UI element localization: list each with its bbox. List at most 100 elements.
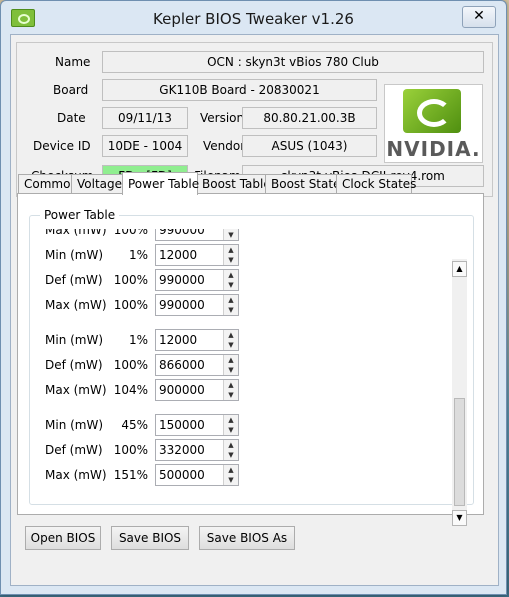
window-title: Kepler BIOS Tweaker v1.26	[153, 10, 354, 28]
tab-voltages[interactable]: Voltages	[71, 174, 128, 193]
power-value-stepper[interactable]: 332000 ▲ ▼	[155, 439, 239, 461]
spin-down-icon[interactable]: ▼	[224, 425, 238, 435]
stepper-value: 12000	[159, 333, 198, 347]
vendor-label: Vendor	[203, 139, 246, 153]
row-label: Max (mW)	[45, 229, 107, 237]
stepper-value: 866000	[159, 358, 205, 372]
power-row: Def (mW) 100% 990000 ▲ ▼	[30, 269, 290, 291]
date-field[interactable]: 09/11/13	[102, 107, 188, 129]
row-label: Max (mW)	[45, 468, 107, 482]
spin-down-icon[interactable]: ▼	[224, 340, 238, 350]
power-table-rows: Max (mW) 100% 990000 ▲ ▼ Min (mW) 1% 12000…	[30, 229, 450, 501]
title-bar[interactable]: Kepler BIOS Tweaker v1.26 ✕	[1, 1, 506, 34]
power-row: Max (mW) 100% 990000 ▲ ▼	[30, 229, 290, 241]
close-button[interactable]: ✕	[462, 6, 496, 28]
scrollbar-thumb[interactable]	[454, 398, 465, 506]
vendor-field[interactable]: ASUS (1043)	[242, 135, 377, 157]
tab-common[interactable]: Common	[18, 174, 78, 193]
main-window: Kepler BIOS Tweaker v1.26 ✕ Name OCN : s…	[0, 0, 507, 595]
power-value-stepper[interactable]: 990000 ▲ ▼	[155, 229, 239, 241]
save-bios-button[interactable]: Save BIOS	[111, 526, 189, 550]
power-table-pane: Power Table Max (mW) 100% 990000 ▲ ▼ Min…	[17, 193, 484, 527]
nvidia-logo: NVIDIA.	[384, 84, 483, 163]
board-label: Board	[53, 83, 89, 97]
row-percent: 100%	[113, 273, 148, 287]
stepper-buttons: ▲ ▼	[223, 229, 238, 240]
stepper-value: 12000	[159, 248, 198, 262]
power-value-stepper[interactable]: 500000 ▲ ▼	[155, 464, 239, 486]
row-percent: 100%	[113, 229, 148, 237]
row-label: Def (mW)	[45, 273, 103, 287]
tab-boost-table[interactable]: Boost Table	[196, 174, 271, 193]
scroll-up-icon[interactable]: ▲	[452, 261, 467, 277]
power-row: Min (mW) 1% 12000 ▲ ▼	[30, 244, 290, 266]
power-row: Max (mW) 100% 990000 ▲ ▼	[30, 294, 290, 316]
power-value-stepper[interactable]: 866000 ▲ ▼	[155, 354, 239, 376]
power-row: Min (mW) 45% 150000 ▲ ▼	[30, 414, 290, 436]
power-table-group-title: Power Table	[40, 208, 120, 222]
row-label: Def (mW)	[45, 358, 103, 372]
open-bios-button[interactable]: Open BIOS	[25, 526, 101, 550]
power-value-stepper[interactable]: 990000 ▲ ▼	[155, 269, 239, 291]
save-bios-as-button[interactable]: Save BIOS As	[199, 526, 295, 550]
spin-down-icon[interactable]: ▼	[224, 390, 238, 400]
stepper-value: 990000	[159, 229, 205, 237]
device-id-field[interactable]: 10DE - 1004	[102, 135, 188, 157]
nvidia-logo-text: NVIDIA.	[386, 137, 481, 161]
power-row: Max (mW) 151% 500000 ▲ ▼	[30, 464, 290, 486]
version-field[interactable]: 80.80.21.00.3B	[242, 107, 377, 129]
row-percent: 45%	[121, 418, 148, 432]
stepper-buttons: ▲ ▼	[223, 295, 238, 315]
date-label: Date	[57, 111, 86, 125]
tab-power-table[interactable]: Power Table	[122, 172, 199, 195]
board-field[interactable]: GK110B Board - 20830021	[102, 79, 377, 101]
row-label: Min (mW)	[45, 418, 104, 432]
spin-down-icon[interactable]: ▼	[224, 450, 238, 460]
power-row: Def (mW) 100% 866000 ▲ ▼	[30, 354, 290, 376]
stepper-value: 332000	[159, 443, 205, 457]
spin-down-icon[interactable]: ▼	[224, 365, 238, 375]
stepper-buttons: ▲ ▼	[223, 270, 238, 290]
power-row: Min (mW) 1% 12000 ▲ ▼	[30, 329, 290, 351]
spin-down-icon[interactable]: ▼	[224, 230, 238, 240]
name-label: Name	[55, 55, 91, 69]
stepper-buttons: ▲ ▼	[223, 355, 238, 375]
row-label: Max (mW)	[45, 383, 107, 397]
stepper-value: 500000	[159, 468, 205, 482]
power-value-stepper[interactable]: 900000 ▲ ▼	[155, 379, 239, 401]
power-value-stepper[interactable]: 990000 ▲ ▼	[155, 294, 239, 316]
row-label: Def (mW)	[45, 443, 103, 457]
power-value-stepper[interactable]: 150000 ▲ ▼	[155, 414, 239, 436]
row-label: Max (mW)	[45, 298, 107, 312]
spin-down-icon[interactable]: ▼	[224, 475, 238, 485]
stepper-value: 990000	[159, 273, 205, 287]
stepper-buttons: ▲ ▼	[223, 380, 238, 400]
power-table-scrollbar[interactable]: ▲ ▼	[452, 259, 467, 527]
row-percent: 1%	[128, 248, 148, 262]
row-label: Min (mW)	[45, 333, 104, 347]
row-percent: 151%	[113, 468, 148, 482]
device-id-label: Device ID	[33, 139, 91, 153]
power-value-stepper[interactable]: 12000 ▲ ▼	[155, 244, 239, 266]
row-percent: 104%	[113, 383, 148, 397]
power-row: Def (mW) 100% 332000 ▲ ▼	[30, 439, 290, 461]
spin-down-icon[interactable]: ▼	[224, 280, 238, 290]
scroll-down-icon[interactable]: ▼	[452, 510, 467, 526]
tab-clock-states[interactable]: Clock States	[336, 174, 416, 193]
tab-boost-states[interactable]: Boost States	[265, 174, 347, 193]
row-percent: 100%	[113, 443, 148, 457]
stepper-buttons: ▲ ▼	[223, 465, 238, 485]
spin-down-icon[interactable]: ▼	[224, 255, 238, 265]
row-percent: 100%	[113, 358, 148, 372]
spin-down-icon[interactable]: ▼	[224, 305, 238, 315]
power-row: Max (mW) 104% 900000 ▲ ▼	[30, 379, 290, 401]
stepper-buttons: ▲ ▼	[223, 440, 238, 460]
power-value-stepper[interactable]: 12000 ▲ ▼	[155, 329, 239, 351]
row-percent: 100%	[113, 298, 148, 312]
stepper-value: 990000	[159, 298, 205, 312]
name-field[interactable]: OCN : skyn3t vBios 780 Club	[102, 51, 484, 73]
stepper-value: 900000	[159, 383, 205, 397]
stepper-value: 150000	[159, 418, 205, 432]
stepper-buttons: ▲ ▼	[223, 330, 238, 350]
nvidia-eye-icon	[403, 89, 461, 133]
